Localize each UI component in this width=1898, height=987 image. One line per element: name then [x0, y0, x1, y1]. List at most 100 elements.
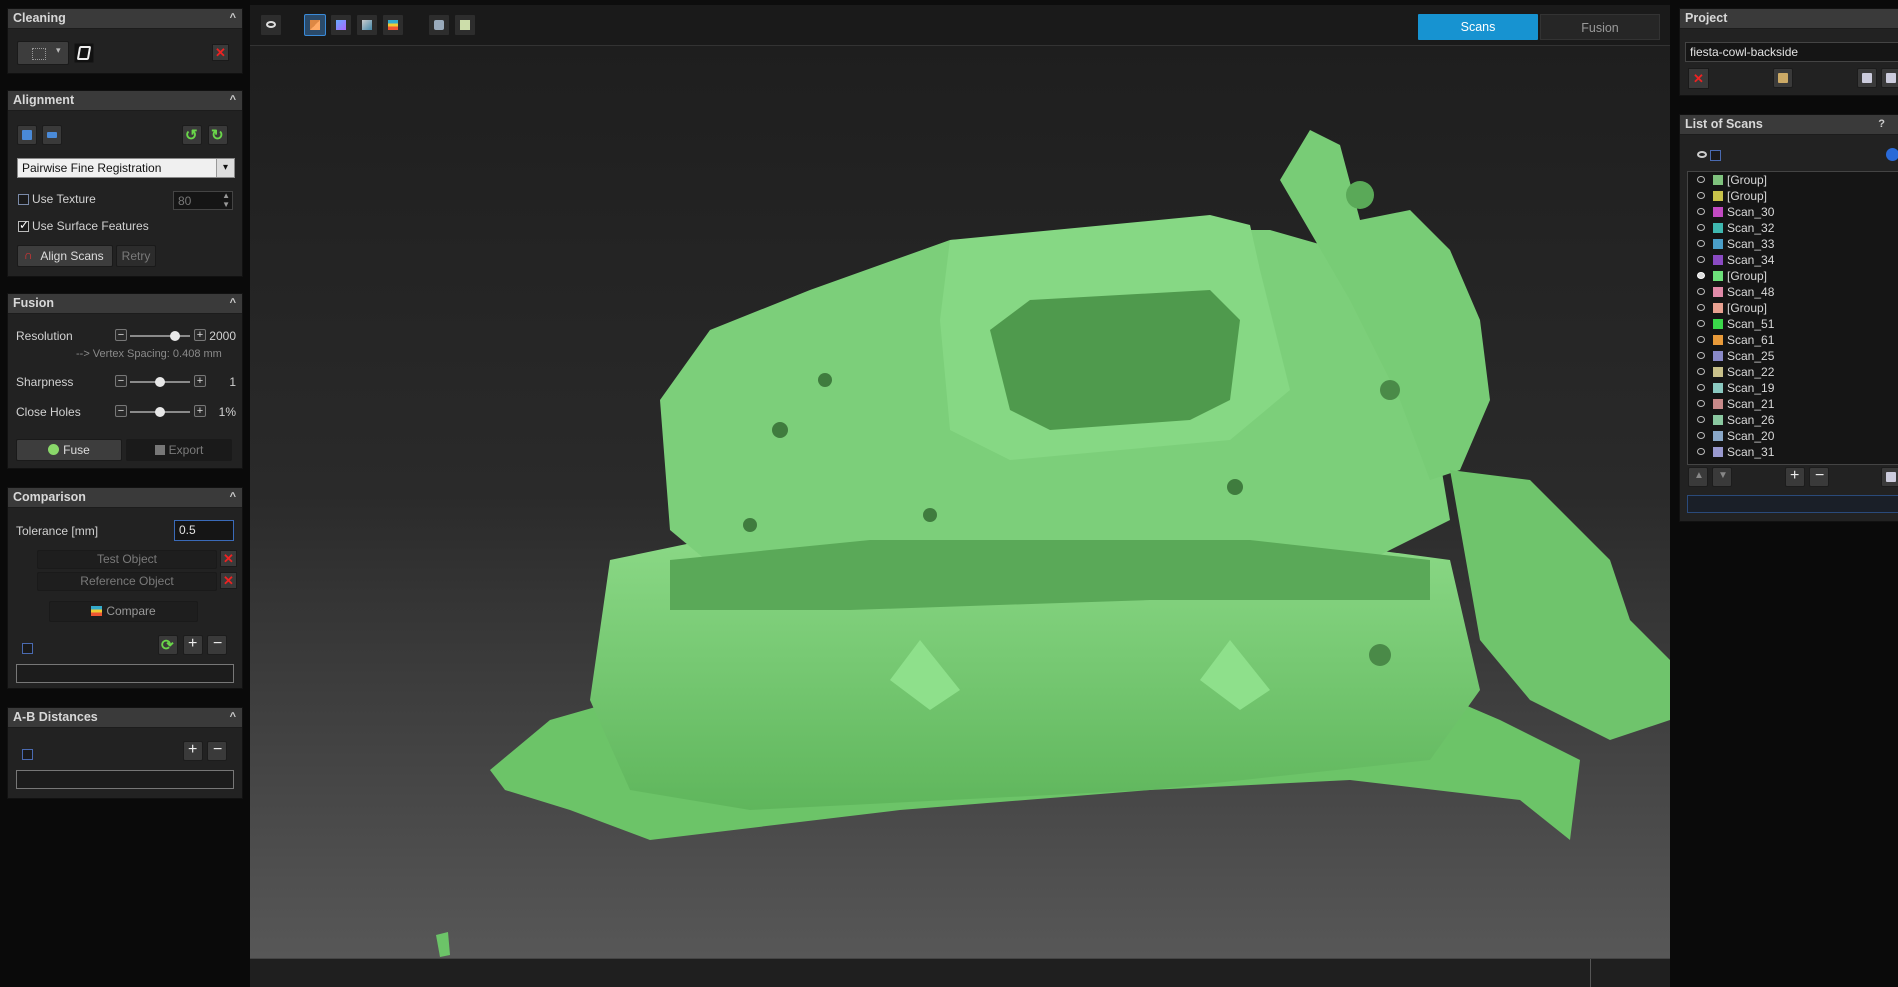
redo-button[interactable]: ↻ — [208, 125, 228, 145]
collapse-icon[interactable]: ^ — [230, 9, 236, 28]
visibility-eye-icon[interactable] — [1697, 448, 1705, 455]
scan-list-item[interactable]: Scan_26 — [1688, 412, 1888, 428]
scan-list-item[interactable]: [Group] — [1688, 172, 1888, 188]
sharpness-plus-button[interactable]: + — [194, 375, 206, 387]
holes-plus-button[interactable]: + — [194, 405, 206, 417]
visibility-eye-icon[interactable] — [1697, 304, 1705, 311]
sharpness-knob[interactable] — [155, 377, 165, 387]
visibility-eye-icon[interactable] — [1697, 288, 1705, 295]
compare-button[interactable]: Compare — [49, 601, 198, 622]
viewport[interactable]: Scans Fusion — [250, 0, 1670, 987]
ab-checkbox[interactable] — [22, 749, 33, 760]
scan-list-item[interactable]: Scan_61 — [1688, 332, 1888, 348]
show-all-toggle[interactable] — [1697, 151, 1707, 158]
comparison-title[interactable]: Comparison ^ — [8, 488, 242, 508]
save-as-button[interactable] — [1881, 68, 1898, 88]
manual-align-button[interactable] — [17, 125, 37, 145]
scan-list-item[interactable]: Scan_19 — [1688, 380, 1888, 396]
info-icon[interactable] — [1886, 148, 1898, 161]
align-list-button[interactable] — [42, 125, 62, 145]
remove-comparison-button[interactable]: − — [207, 635, 227, 655]
remove-scan-button[interactable]: − — [1809, 467, 1829, 487]
distance-list[interactable] — [16, 770, 234, 789]
visibility-eye-icon[interactable] — [1697, 384, 1705, 391]
comparison-checkbox[interactable] — [22, 643, 33, 654]
resolution-slider[interactable] — [130, 331, 190, 341]
scan-list-item[interactable]: Scan_25 — [1688, 348, 1888, 364]
project-name-input[interactable]: fiesta-cowl-backside — [1685, 42, 1898, 62]
close-project-button[interactable]: ✕ — [1688, 68, 1709, 89]
visibility-eye-icon[interactable] — [1697, 192, 1705, 199]
use-surface-checkbox[interactable]: ✓ — [18, 218, 29, 232]
scan-list-item[interactable]: Scan_20 — [1688, 428, 1888, 444]
scan-list-item[interactable]: Scan_22 — [1688, 364, 1888, 380]
fuse-button[interactable]: Fuse — [16, 439, 122, 461]
scan-list-item[interactable]: Scan_51 — [1688, 316, 1888, 332]
scan-list-item[interactable]: [Group] — [1688, 268, 1888, 284]
retry-button[interactable]: Retry — [116, 245, 156, 267]
visibility-eye-icon[interactable] — [1697, 336, 1705, 343]
chevron-down-icon[interactable]: ▾ — [216, 159, 234, 177]
help-icon[interactable]: ? — [1878, 115, 1885, 134]
collapse-icon[interactable]: ^ — [230, 91, 236, 110]
resolution-plus-button[interactable]: + — [194, 329, 206, 341]
reference-object-slot[interactable]: Reference Object — [37, 572, 217, 591]
visibility-eye-icon[interactable] — [1697, 176, 1705, 183]
add-scan-button[interactable]: + — [1785, 467, 1805, 487]
test-object-slot[interactable]: Test Object — [37, 550, 217, 569]
spin-icon[interactable]: ▲ ▼ — [222, 191, 230, 209]
selection-tool-button[interactable]: ▾ — [17, 41, 69, 65]
use-texture-checkbox[interactable] — [18, 194, 29, 205]
sharpness-minus-button[interactable]: − — [115, 375, 127, 387]
holes-slider[interactable] — [130, 407, 190, 417]
visibility-eye-icon[interactable] — [1697, 432, 1705, 439]
delete-selection-button[interactable]: ✕ — [212, 44, 229, 61]
collapse-icon[interactable]: ^ — [230, 488, 236, 507]
sharpness-slider[interactable] — [130, 377, 190, 387]
alignment-method-select[interactable]: Pairwise Fine Registration ▾ — [17, 158, 235, 178]
export-button[interactable]: Export — [126, 439, 232, 461]
collapse-icon[interactable]: ^ — [230, 708, 236, 727]
tolerance-input[interactable]: 0.5 — [174, 520, 234, 541]
resolution-knob[interactable] — [170, 331, 180, 341]
move-up-button[interactable]: ▲ — [1688, 467, 1708, 487]
visibility-eye-icon[interactable] — [1697, 368, 1705, 375]
add-comparison-button[interactable]: + — [183, 635, 203, 655]
scan-mesh[interactable] — [250, 0, 1670, 986]
resolution-minus-button[interactable]: − — [115, 329, 127, 341]
scan-list-item[interactable]: Scan_32 — [1688, 220, 1888, 236]
clear-reference-button[interactable]: ✕ — [220, 572, 237, 589]
remove-distance-button[interactable]: − — [207, 741, 227, 761]
collapse-icon[interactable]: ^ — [230, 294, 236, 313]
clear-test-button[interactable]: ✕ — [220, 550, 237, 567]
scan-list-item[interactable]: Scan_30 — [1688, 204, 1888, 220]
align-scans-button[interactable]: ∩ Align Scans — [17, 245, 113, 267]
add-distance-button[interactable]: + — [183, 741, 203, 761]
select-all-checkbox[interactable] — [1710, 150, 1721, 161]
holes-minus-button[interactable]: − — [115, 405, 127, 417]
undo-button[interactable]: ↺ — [182, 125, 202, 145]
invert-selection-button[interactable] — [74, 43, 94, 63]
visibility-eye-icon[interactable] — [1697, 352, 1705, 359]
visibility-eye-icon[interactable] — [1697, 400, 1705, 407]
export-scan-button[interactable] — [1881, 467, 1898, 487]
scan-list-item[interactable]: [Group] — [1688, 188, 1888, 204]
holes-knob[interactable] — [155, 407, 165, 417]
scan-list-item[interactable]: Scan_31 — [1688, 444, 1888, 460]
move-down-button[interactable]: ▼ — [1712, 467, 1732, 487]
save-project-button[interactable] — [1857, 68, 1877, 88]
visibility-eye-icon[interactable] — [1697, 208, 1705, 215]
visibility-eye-icon[interactable] — [1697, 224, 1705, 231]
comparison-list[interactable] — [16, 664, 234, 683]
ab-distances-title[interactable]: A-B Distances ^ — [8, 708, 242, 728]
scan-list-item[interactable]: [Group] — [1688, 300, 1888, 316]
scan-filter-input[interactable] — [1687, 495, 1898, 513]
scan-list-item[interactable]: Scan_48 — [1688, 284, 1888, 300]
visibility-eye-icon[interactable] — [1697, 240, 1705, 247]
fusion-title[interactable]: Fusion ^ — [8, 294, 242, 314]
visibility-eye-icon[interactable] — [1697, 272, 1705, 279]
scan-list-item[interactable]: Scan_33 — [1688, 236, 1888, 252]
scan-list-item[interactable]: Scan_34 — [1688, 252, 1888, 268]
visibility-eye-icon[interactable] — [1697, 320, 1705, 327]
cleaning-title[interactable]: Cleaning ^ — [8, 9, 242, 29]
